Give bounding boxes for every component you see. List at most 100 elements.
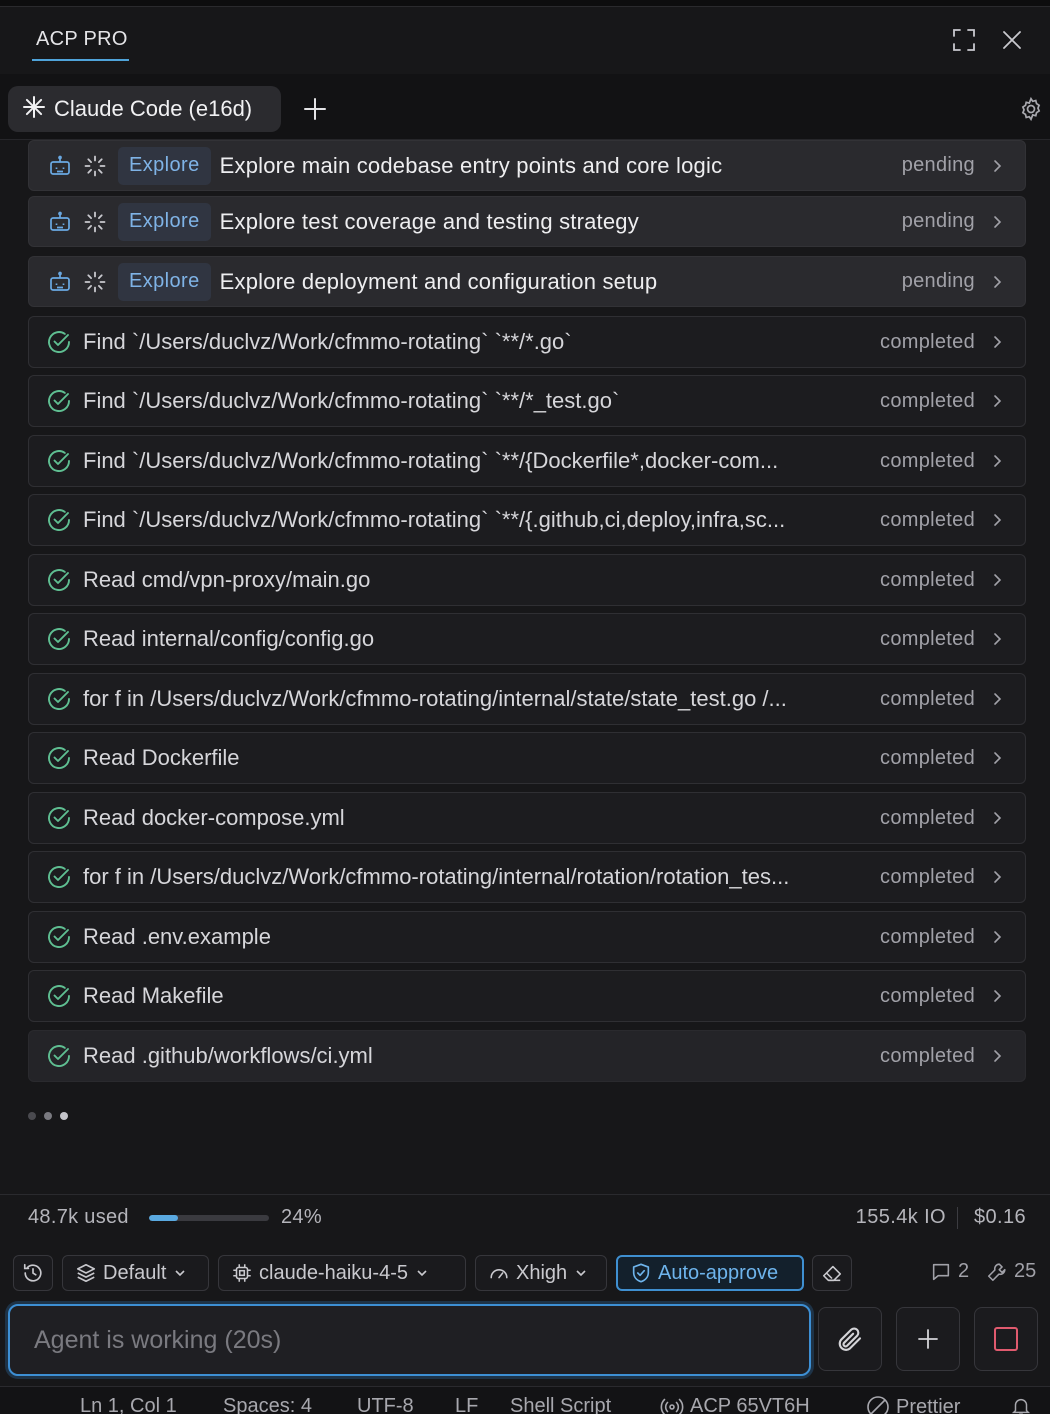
task-status: completed: [880, 449, 975, 472]
mode-select[interactable]: Default: [62, 1255, 209, 1291]
tool-call-row[interactable]: Read .env.example completed: [28, 911, 1026, 963]
tool-call-row[interactable]: Read Dockerfile completed: [28, 732, 1026, 784]
tool-call-row[interactable]: Find `/Users/duclvz/Work/cfmmo-rotating`…: [28, 375, 1026, 427]
working-indicator: [28, 1112, 68, 1120]
chip-icon: [233, 1264, 251, 1282]
messages-count[interactable]: 2: [930, 1260, 969, 1283]
subagent-task-row[interactable]: Explore Explore test coverage and testing…: [28, 196, 1026, 247]
task-label: Read .env.example: [83, 924, 271, 949]
tool-call-row[interactable]: Read Makefile completed: [28, 970, 1026, 1022]
close-icon[interactable]: [998, 26, 1026, 54]
wrench-icon: [987, 1262, 1006, 1281]
chevron-right-icon[interactable]: [989, 750, 1005, 766]
broadcast-icon: [660, 1398, 684, 1414]
tools-count[interactable]: 25: [986, 1260, 1036, 1283]
history-icon: [23, 1263, 42, 1282]
task-status: completed: [880, 746, 975, 769]
bell-icon: [1011, 1398, 1031, 1414]
effort-select[interactable]: Xhigh: [475, 1255, 607, 1291]
settings-button[interactable]: [1016, 94, 1046, 124]
subagent-task-row[interactable]: Explore Explore deployment and configurat…: [28, 256, 1026, 307]
tool-call-row[interactable]: Read docker-compose.yml completed: [28, 792, 1026, 844]
chevron-right-icon[interactable]: [989, 393, 1005, 409]
line-ending[interactable]: LF: [455, 1395, 478, 1414]
subagent-task-row[interactable]: Explore Explore main codebase entry point…: [28, 140, 1026, 191]
spinner-icon: [80, 207, 110, 237]
chevron-right-icon[interactable]: [989, 988, 1005, 1004]
mode-select-label: Default: [103, 1261, 167, 1284]
language-mode[interactable]: Shell Script: [510, 1395, 611, 1414]
task-status: completed: [880, 925, 975, 948]
new-tab-button[interactable]: [300, 94, 330, 124]
prompt-input[interactable]: [10, 1306, 809, 1374]
chevron-right-icon[interactable]: [989, 334, 1005, 350]
chevron-right-icon[interactable]: [989, 631, 1005, 647]
notifications-button[interactable]: [1010, 1395, 1032, 1414]
check-circle-icon: [44, 684, 74, 714]
tab-claude-code[interactable]: Claude Code (e16d): [8, 86, 281, 132]
chevron-right-icon[interactable]: [989, 1048, 1005, 1064]
usage-separator: [957, 1207, 958, 1229]
acp-status-label: ACP 65VT6H: [690, 1395, 810, 1414]
chevron-right-icon[interactable]: [989, 691, 1005, 707]
task-label: Read Makefile: [83, 983, 224, 1008]
agent-type-badge: Explore: [118, 262, 211, 301]
chevron-right-icon[interactable]: [989, 158, 1005, 174]
task-label: Read docker-compose.yml: [83, 805, 345, 830]
chevron-right-icon[interactable]: [989, 512, 1005, 528]
tool-call-row[interactable]: for f in /Users/duclvz/Work/cfmmo-rotati…: [28, 673, 1026, 725]
formatter-label: Prettier: [896, 1395, 961, 1414]
check-circle-icon: [44, 386, 74, 416]
attach-button[interactable]: [818, 1307, 882, 1371]
auto-approve-toggle[interactable]: Auto-approve: [616, 1255, 804, 1291]
agent-type-badge: Explore: [118, 202, 211, 241]
acp-status[interactable]: ACP 65VT6H: [660, 1395, 810, 1414]
check-circle-icon: [44, 803, 74, 833]
clear-button[interactable]: [812, 1255, 852, 1291]
spinner-icon: [80, 267, 110, 297]
chevron-right-icon[interactable]: [989, 810, 1005, 826]
task-status: completed: [880, 984, 975, 1007]
chevron-right-icon[interactable]: [989, 929, 1005, 945]
history-button[interactable]: [13, 1255, 53, 1291]
task-status: completed: [880, 687, 975, 710]
task-status: completed: [880, 508, 975, 531]
usage-progress-fill: [149, 1215, 178, 1221]
composer-toolbar: Default claude-haiku-4-5 Xhigh Auto-appr…: [0, 1238, 1050, 1300]
tool-call-row[interactable]: Read cmd/vpn-proxy/main.go completed: [28, 554, 1026, 606]
tool-call-row[interactable]: Find `/Users/duclvz/Work/cfmmo-rotating`…: [28, 435, 1026, 487]
tool-call-row[interactable]: Find `/Users/duclvz/Work/cfmmo-rotating`…: [28, 316, 1026, 368]
task-label: Find `/Users/duclvz/Work/cfmmo-rotating`…: [83, 507, 786, 532]
task-status: pending: [901, 270, 975, 292]
model-select-label: claude-haiku-4-5: [259, 1261, 408, 1284]
add-context-button[interactable]: [896, 1307, 960, 1371]
task-label: for f in /Users/duclvz/Work/cfmmo-rotati…: [83, 864, 790, 889]
chevron-right-icon[interactable]: [989, 453, 1005, 469]
formatter-status[interactable]: Prettier: [866, 1395, 960, 1414]
asterisk-icon: [22, 95, 46, 124]
file-encoding[interactable]: UTF-8: [357, 1395, 414, 1414]
stop-button[interactable]: [974, 1307, 1038, 1371]
fullscreen-icon[interactable]: [950, 26, 978, 54]
gear-icon: [1021, 96, 1041, 122]
chevron-right-icon[interactable]: [989, 869, 1005, 885]
task-status: pending: [901, 154, 975, 176]
tab-label: Claude Code (e16d): [54, 96, 253, 121]
tool-call-row[interactable]: Find `/Users/duclvz/Work/cfmmo-rotating`…: [28, 494, 1026, 546]
cursor-position[interactable]: Ln 1, Col 1: [80, 1395, 177, 1414]
tool-call-row[interactable]: Read internal/config/config.go completed: [28, 613, 1026, 665]
tool-call-row[interactable]: Read .github/workflows/ci.yml completed: [28, 1030, 1026, 1082]
indentation[interactable]: Spaces: 4: [223, 1395, 312, 1414]
tool-call-row[interactable]: for f in /Users/duclvz/Work/cfmmo-rotati…: [28, 851, 1026, 903]
check-circle-icon: [44, 743, 74, 773]
plus-icon: [304, 98, 326, 120]
check-circle-icon: [44, 327, 74, 357]
chevron-right-icon[interactable]: [989, 572, 1005, 588]
chevron-right-icon[interactable]: [989, 274, 1005, 290]
model-select[interactable]: claude-haiku-4-5: [218, 1255, 466, 1291]
robot-icon: [45, 207, 75, 237]
panel-title[interactable]: ACP PRO: [36, 28, 128, 51]
chevron-right-icon[interactable]: [989, 214, 1005, 230]
session-cost: $0.16: [973, 1206, 1026, 1228]
usage-percent: 24%: [281, 1206, 322, 1228]
